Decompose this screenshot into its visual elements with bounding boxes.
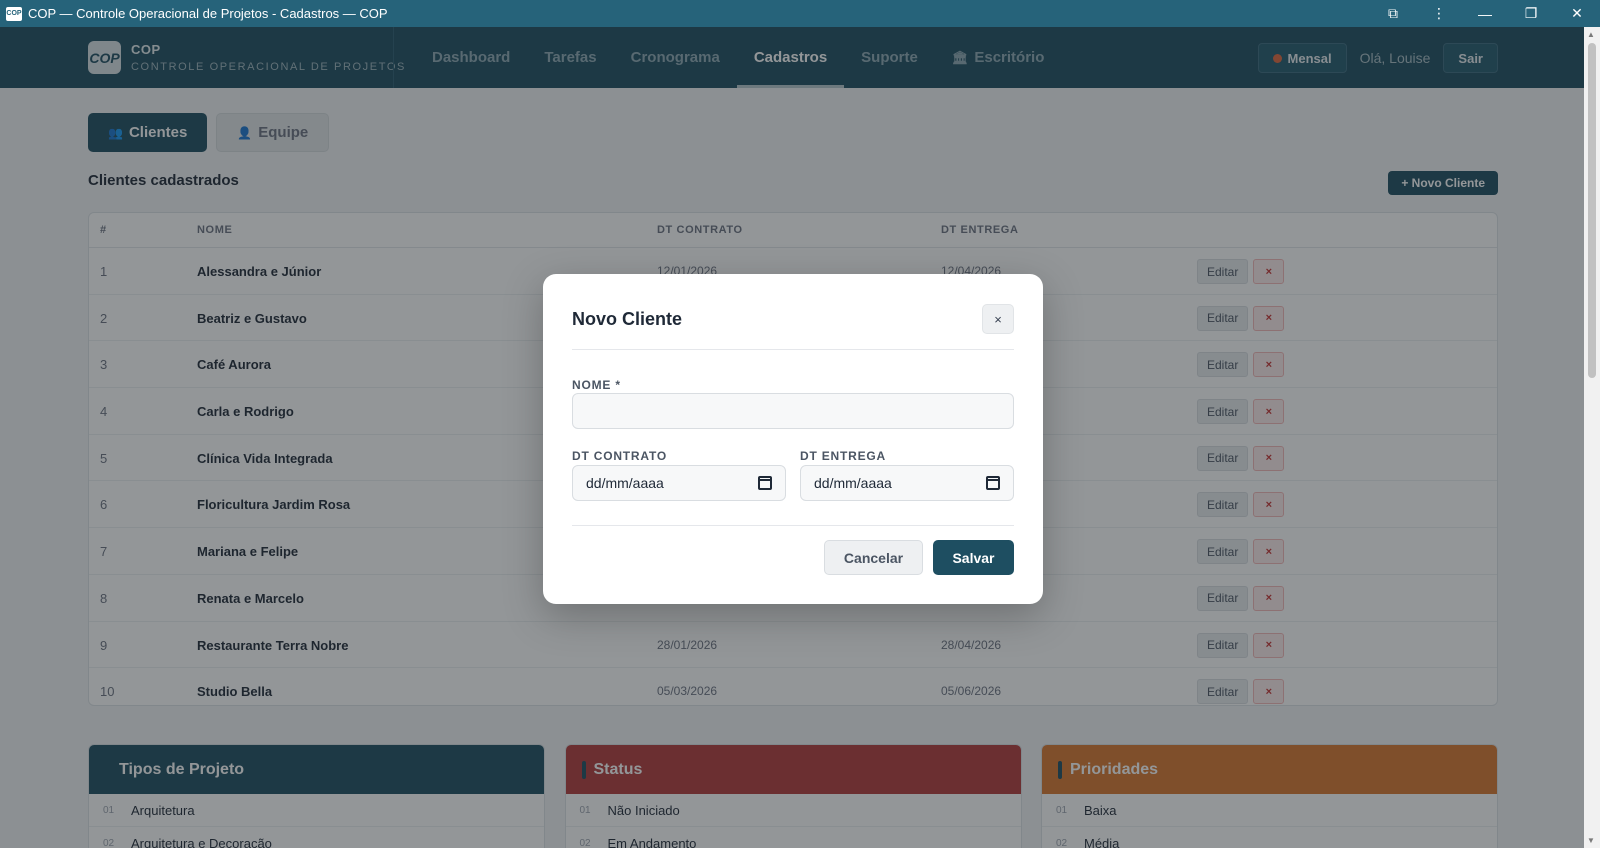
restore-icon[interactable]: ❐ [1508, 0, 1554, 27]
dt-entrega-label: DT ENTREGA [800, 449, 886, 463]
calendar-icon[interactable] [758, 476, 772, 490]
modal-title: Novo Cliente [572, 309, 683, 329]
window-titlebar: COP COP — Controle Operacional de Projet… [0, 0, 1600, 27]
dt-contrato-input[interactable]: dd/mm/aaaa [572, 465, 786, 501]
more-menu-icon[interactable]: ⋮ [1416, 0, 1462, 27]
cancel-button[interactable]: Cancelar [824, 540, 923, 575]
scroll-down-icon[interactable]: ▼ [1587, 836, 1595, 845]
minimize-icon[interactable]: — [1462, 0, 1508, 27]
close-icon[interactable]: × [982, 304, 1014, 334]
save-button[interactable]: Salvar [933, 540, 1014, 575]
close-window-icon[interactable]: ✕ [1554, 0, 1600, 27]
new-client-modal: Novo Cliente × NOME * DT CONTRATO dd/mm/… [543, 274, 1043, 604]
extensions-icon[interactable]: ⧉ [1370, 0, 1416, 27]
dt-entrega-input[interactable]: dd/mm/aaaa [800, 465, 1014, 501]
nome-input[interactable] [572, 393, 1014, 429]
modal-divider-top [572, 349, 1014, 350]
calendar-icon[interactable] [986, 476, 1000, 490]
dt-contrato-placeholder: dd/mm/aaaa [586, 475, 664, 491]
scroll-thumb[interactable] [1588, 43, 1596, 378]
app-icon: COP [6, 6, 22, 21]
nome-label: NOME * [572, 378, 621, 392]
dt-entrega-placeholder: dd/mm/aaaa [814, 475, 892, 491]
window-title: COP — Controle Operacional de Projetos -… [28, 6, 388, 21]
scroll-up-icon[interactable]: ▲ [1587, 30, 1595, 39]
window-controls: ⧉ ⋮ — ❐ ✕ [1370, 0, 1600, 27]
modal-divider-bottom [572, 525, 1014, 526]
page-scrollbar[interactable]: ▲ ▼ [1584, 27, 1600, 848]
dt-contrato-label: DT CONTRATO [572, 449, 668, 463]
